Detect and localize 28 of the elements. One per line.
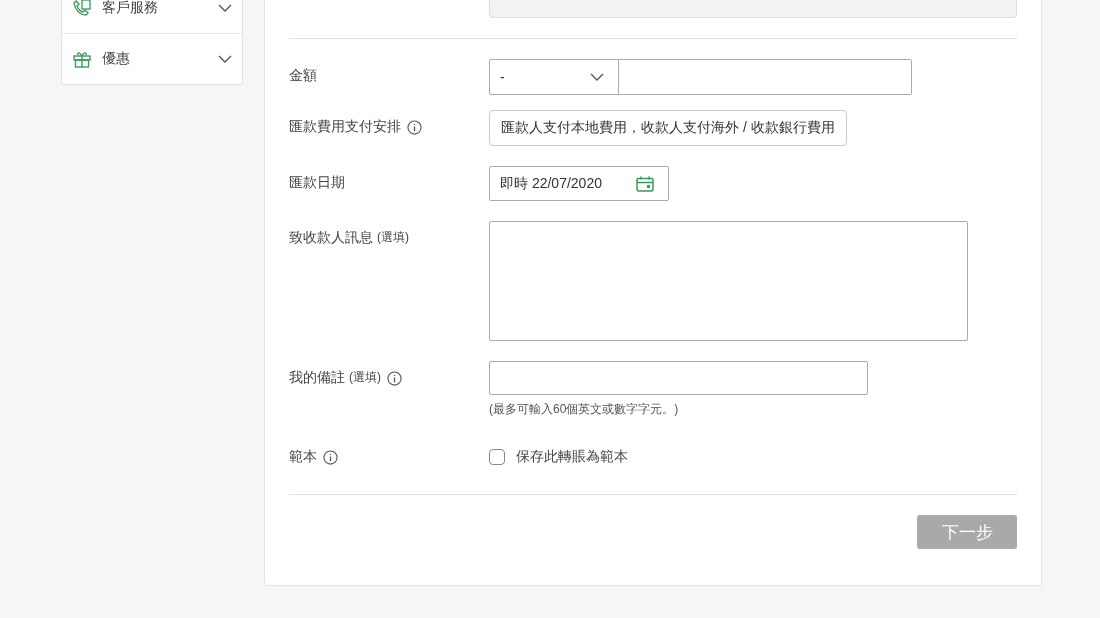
info-icon[interactable] xyxy=(387,371,402,386)
info-icon[interactable] xyxy=(323,450,338,465)
chevron-down-icon xyxy=(590,73,604,81)
field-label: 範本 xyxy=(289,448,317,466)
message-textarea[interactable] xyxy=(489,221,968,341)
checkbox[interactable] xyxy=(489,449,505,465)
sidebar-item[interactable]: 客戶服務 xyxy=(62,0,242,33)
gift-icon xyxy=(72,49,92,69)
date-field[interactable]: 即時 22/07/2020 xyxy=(489,166,669,201)
optional-note: (選填) xyxy=(349,369,381,386)
date-value: 即時 22/07/2020 xyxy=(500,174,602,193)
calendar-icon[interactable] xyxy=(636,175,654,192)
hint-text: (最多可輸入60個英文或數字字元。) xyxy=(489,401,680,418)
field-label: 匯款費用支付安排 xyxy=(289,118,401,136)
chevron-down-icon xyxy=(218,55,232,63)
field-label: 致收款人訊息 xyxy=(289,229,373,247)
sidebar-item[interactable]: 優惠 xyxy=(62,33,242,84)
checkbox-label: 保存此轉賬為範本 xyxy=(516,448,628,466)
info-icon[interactable] xyxy=(407,120,422,135)
optional-note: (選填) xyxy=(377,229,409,246)
amount-field[interactable]: - xyxy=(489,59,912,95)
note-input[interactable] xyxy=(489,361,868,395)
chevron-down-icon xyxy=(218,4,232,12)
field-label: 匯款日期 xyxy=(289,174,345,192)
field-label: 金額 xyxy=(289,67,317,85)
field-label: 我的備註 xyxy=(289,369,345,387)
phone-icon xyxy=(72,0,92,18)
fee-arrangement-field[interactable]: 匯款人支付本地費用，收款人支付海外 / 收款銀行費用 xyxy=(489,110,847,146)
